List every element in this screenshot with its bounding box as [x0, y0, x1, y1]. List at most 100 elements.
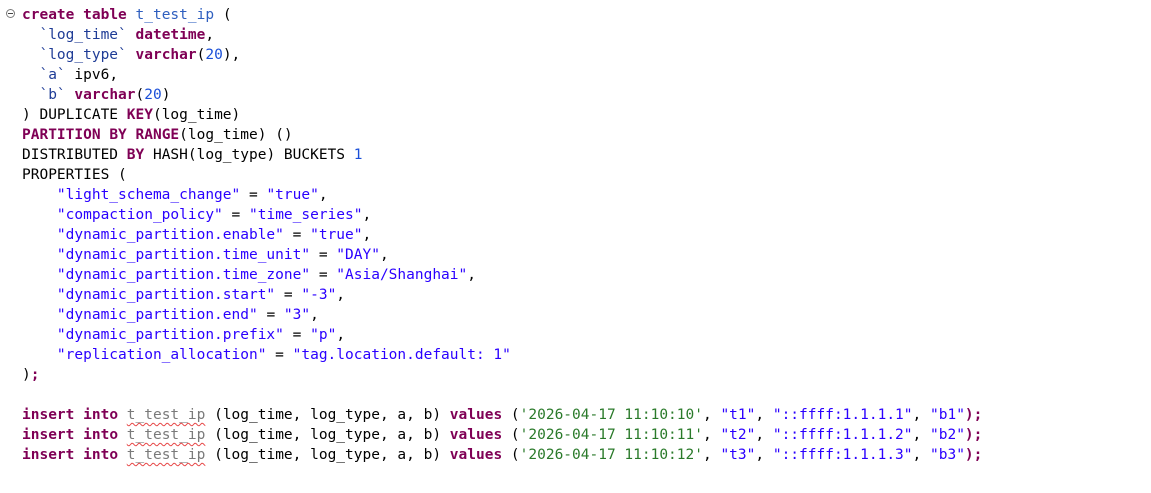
string-literal: "t3" — [720, 447, 756, 463]
string-literal: "::ffff:1.1.1.2" — [772, 427, 913, 443]
column-type: datetime — [135, 27, 206, 43]
open-paren: ( — [502, 427, 520, 443]
column-type: varchar — [135, 47, 197, 63]
property-value: "-3" — [301, 287, 337, 303]
column-list: (log_time, log_type, a, b) — [205, 427, 450, 443]
string-literal: "t1" — [720, 407, 756, 423]
property-key: "replication_allocation" — [56, 347, 267, 363]
equals-sign: = — [257, 307, 284, 323]
property-value: "true" — [266, 187, 319, 203]
keyword-create: create — [22, 7, 75, 23]
insert-statement: insert into t_test_ip (log_time, log_typ… — [22, 405, 982, 425]
open-paren: ( — [502, 447, 520, 463]
open-paren: ( — [135, 87, 145, 103]
code-line-2: `log_time` datetime, — [22, 25, 214, 45]
column-name: `b` — [39, 87, 66, 103]
equals-sign: = — [310, 267, 337, 283]
string-literal: "t2" — [720, 427, 756, 443]
property-value: "p" — [310, 327, 337, 343]
fold-toggle-icon[interactable] — [6, 9, 15, 18]
code-line-9: PROPERTIES ( — [22, 165, 127, 185]
separator: , — [755, 447, 773, 463]
property-value: "DAY" — [336, 247, 380, 263]
number-literal: 20 — [144, 87, 162, 103]
code-text: (log_time) () — [179, 127, 293, 143]
string-literal: "b1" — [930, 407, 965, 423]
keyword-into: into — [83, 427, 119, 443]
property-key: "light_schema_change" — [56, 187, 241, 203]
code-line-3: `log_type` varchar(20), — [22, 45, 240, 65]
separator: , — [362, 207, 372, 223]
separator: , — [205, 27, 215, 43]
sql-editor[interactable]: create table t_test_ip ( `log_time` date… — [0, 0, 1151, 493]
separator: , — [310, 307, 319, 323]
separator: , — [336, 327, 346, 343]
table-name-warning[interactable]: t_test_ip — [127, 447, 206, 463]
separator: , — [702, 427, 721, 443]
keyword-into: into — [83, 447, 119, 463]
code-text: DISTRIBUTED — [22, 147, 127, 163]
property-line: "replication_allocation" = "tag.location… — [22, 345, 511, 365]
column-name: `log_type` — [39, 47, 127, 63]
separator: , — [362, 227, 372, 243]
equals-sign: = — [283, 227, 311, 243]
keyword-into: into — [83, 407, 119, 423]
keyword-range: RANGE — [135, 127, 180, 143]
code-text: (log_time) — [152, 107, 241, 123]
column-name: `a` — [39, 67, 66, 83]
close-paren: ); — [964, 407, 983, 423]
separator: , — [379, 247, 389, 263]
property-line: "dynamic_partition.enable" = "true", — [22, 225, 371, 245]
column-list: (log_time, log_type, a, b) — [205, 447, 450, 463]
string-literal: "::ffff:1.1.1.1" — [772, 407, 913, 423]
keyword-values: values — [449, 447, 503, 463]
keyword-insert: insert — [22, 447, 75, 463]
close-paren: ); — [964, 427, 983, 443]
property-key: "dynamic_partition.end" — [56, 307, 258, 323]
property-value: "time_series" — [249, 207, 363, 223]
keyword-by: BY — [126, 147, 145, 163]
property-value: "tag.location.default: 1" — [292, 347, 511, 363]
equals-sign: = — [222, 207, 249, 223]
close-paren: ), — [222, 47, 241, 63]
code-line-7: PARTITION BY RANGE(log_time) () — [22, 125, 293, 145]
property-line: "dynamic_partition.prefix" = "p", — [22, 325, 345, 345]
column-list: (log_time, log_type, a, b) — [205, 407, 450, 423]
column-name: `log_time` — [39, 27, 127, 43]
equals-sign: = — [283, 327, 311, 343]
property-value: "3" — [283, 307, 311, 323]
property-value: "Asia/Shanghai" — [336, 267, 468, 283]
property-line: "dynamic_partition.end" = "3", — [22, 305, 319, 325]
property-key: "dynamic_partition.enable" — [56, 227, 284, 243]
separator: , — [336, 287, 346, 303]
code-line-6: ) DUPLICATE KEY(log_time) — [22, 105, 240, 125]
code-line-5: `b` varchar(20) — [22, 85, 170, 105]
close-paren: ) — [22, 367, 31, 383]
number-literal: 20 — [205, 47, 223, 63]
property-key: "dynamic_partition.time_unit" — [56, 247, 311, 263]
insert-statement: insert into t_test_ip (log_time, log_typ… — [22, 425, 982, 445]
table-name: t_test_ip — [135, 7, 215, 23]
table-name-warning[interactable]: t_test_ip — [127, 427, 206, 443]
separator: , — [467, 267, 476, 283]
keyword-key: KEY — [126, 107, 153, 123]
code-line-8: DISTRIBUTED BY HASH(log_type) BUCKETS 1 — [22, 145, 362, 165]
separator: , — [755, 427, 773, 443]
code-line-1: create table t_test_ip ( — [22, 5, 232, 25]
code-text: ) DUPLICATE — [22, 107, 127, 123]
property-key: "compaction_policy" — [56, 207, 223, 223]
table-name-warning[interactable]: t_test_ip — [127, 407, 206, 423]
number-literal: 1 — [353, 147, 363, 163]
equals-sign: = — [240, 187, 267, 203]
open-paren: ( — [222, 7, 232, 23]
equals-sign: = — [266, 347, 293, 363]
separator: , — [912, 447, 930, 463]
timestamp-literal: '2026-04-17 11:10:12' — [519, 447, 703, 463]
separator: , — [912, 407, 930, 423]
timestamp-literal: '2026-04-17 11:10:11' — [519, 427, 703, 443]
property-line: "dynamic_partition.time_zone" = "Asia/Sh… — [22, 265, 476, 285]
separator: , — [702, 447, 721, 463]
separator: , — [702, 407, 721, 423]
code-text: PROPERTIES ( — [22, 167, 127, 183]
separator: , — [318, 187, 328, 203]
